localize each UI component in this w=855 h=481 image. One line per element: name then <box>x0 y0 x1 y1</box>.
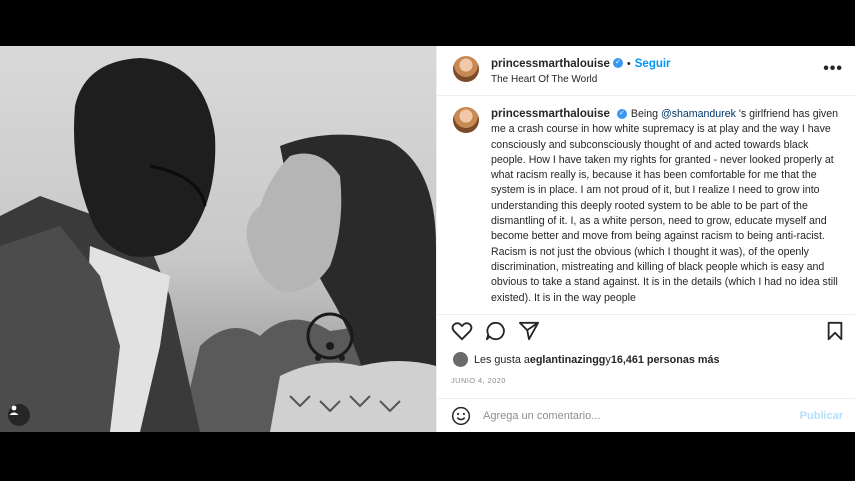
post-photo[interactable] <box>0 46 436 432</box>
photo-illustration <box>0 58 436 432</box>
post-header: princessmarthalouise ✓ • Seguir The Heart O… <box>437 46 855 96</box>
likes-count[interactable]: 16,461 personas más <box>611 354 720 366</box>
likes-summary: Les gusta a eglantinazingg y 16,461 pers… <box>453 352 719 367</box>
caption-text: princessmarthalouise ✓ Being @shamandurek … <box>491 107 841 308</box>
follow-button[interactable]: Seguir <box>635 58 671 70</box>
caption-username[interactable]: princessmarthalouise <box>491 108 610 120</box>
caption-body-2: Racism is not just the obvious (which I … <box>491 245 838 304</box>
separator-dot: • <box>626 58 631 70</box>
location-link[interactable]: The Heart Of The World <box>491 73 671 87</box>
likes-prefix: Les gusta a <box>474 353 530 366</box>
publish-button[interactable]: Publicar <box>800 410 843 422</box>
action-bar <box>437 314 855 347</box>
caption-body: 's girlfriend has given me a crash cours… <box>491 108 839 243</box>
header-username[interactable]: princessmarthalouise <box>491 58 610 70</box>
user-tag-button[interactable] <box>8 404 30 426</box>
caption-area: princessmarthalouise ✓ Being @shamandurek … <box>437 97 855 308</box>
caption-intro: Being <box>630 108 661 120</box>
bookmark-icon[interactable] <box>825 321 845 341</box>
liker-username[interactable]: eglantinazingg <box>530 354 606 366</box>
post-sidebar: princessmarthalouise ✓ • Seguir The Heart O… <box>436 46 855 432</box>
heart-icon[interactable] <box>451 321 473 341</box>
liker-avatar[interactable] <box>453 352 468 367</box>
share-icon[interactable] <box>518 321 540 341</box>
comment-input[interactable]: Agrega un comentario... <box>483 410 800 422</box>
user-tag-icon <box>9 405 19 415</box>
mention-link[interactable]: @shamandurek <box>661 108 736 120</box>
verified-badge-icon: ✓ <box>616 109 627 120</box>
comment-icon[interactable] <box>485 321 507 341</box>
caption-avatar[interactable] <box>453 107 479 133</box>
post-date[interactable]: JUNIO 4, 2020 <box>451 376 506 385</box>
avatar[interactable] <box>453 56 479 82</box>
more-options-icon[interactable]: ••• <box>823 60 843 78</box>
emoji-icon[interactable] <box>451 406 471 426</box>
comment-bar: Agrega un comentario... Publicar <box>437 398 855 432</box>
post-container: princessmarthalouise ✓ • Seguir The Heart O… <box>0 46 855 432</box>
verified-badge-icon: ✓ <box>612 57 623 68</box>
